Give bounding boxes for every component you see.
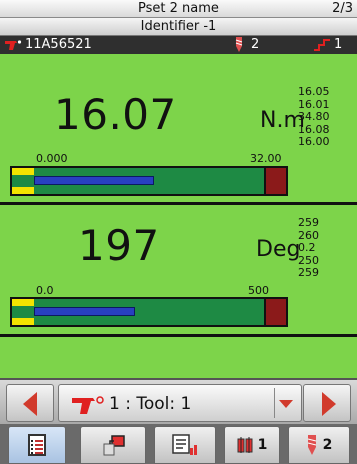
title-bar: Pset 2 name 2/3 [0, 0, 357, 18]
bits-icon [307, 435, 316, 455]
tool-select[interactable]: 1 : Tool: 1 [58, 384, 302, 422]
torque-scale-min: 0.000 [36, 152, 68, 165]
status-bar: 11A56521 2 1 [0, 36, 357, 54]
angle-bar-fill [34, 307, 135, 316]
torque-stat: 16.05 [298, 85, 330, 98]
bit-icon [235, 37, 243, 52]
angle-stats: 259 260 0.2 250 259 [298, 216, 319, 280]
angle-stat: 259 [298, 266, 319, 279]
identifier-bar: Identifier -1 [0, 18, 357, 36]
angle-low-limit [12, 299, 34, 325]
torque-panel: 16.07 N.m 16.05 16.01 34.80 16.08 16.00 … [0, 54, 357, 202]
tab-report[interactable] [154, 426, 216, 464]
torque-stat: 16.00 [298, 135, 330, 148]
angle-stat: 259 [298, 216, 319, 229]
step-icon [314, 38, 330, 51]
pset-name: Pset 2 name [138, 1, 219, 16]
tool-icon [5, 39, 22, 50]
angle-high-limit [264, 299, 286, 325]
arrow-left-icon [23, 392, 37, 416]
page-indicator: 2/3 [332, 1, 353, 16]
torque-high-limit [264, 168, 286, 194]
tab-batch[interactable]: 1 [224, 426, 280, 464]
bottom-tabs: 1 2 [0, 424, 357, 464]
tab-bits[interactable]: 2 [288, 426, 350, 464]
angle-scale-max: 500 [248, 284, 269, 297]
dropdown-icon[interactable] [279, 400, 293, 408]
step-status: 1 [314, 37, 342, 52]
torque-bar [10, 166, 288, 196]
tool-status: 11A56521 [4, 37, 92, 52]
previous-tool-button[interactable] [6, 384, 54, 422]
tool-icon [72, 396, 104, 414]
torque-scale-max: 32.00 [250, 152, 282, 165]
torque-stats: 16.05 16.01 34.80 16.08 16.00 [298, 85, 330, 149]
batch-count: 1 [257, 437, 268, 453]
torque-value: 16.07 [54, 90, 177, 139]
tool-serial: 11A56521 [25, 37, 92, 52]
batch-icon [237, 437, 253, 453]
torque-bar-fill [34, 176, 154, 185]
tool-pset-icon [103, 435, 125, 456]
bit-status: 2 [234, 37, 259, 52]
angle-scale-min: 0.0 [36, 284, 54, 297]
tab-tool-pset[interactable] [80, 426, 146, 464]
bits-count: 2 [322, 437, 333, 453]
tool-select-label: 1 : Tool: 1 [109, 394, 192, 414]
angle-value: 197 [78, 221, 160, 270]
report-icon [172, 434, 197, 455]
results-icon [28, 434, 46, 456]
angle-bar [10, 297, 288, 327]
tool-nav: 1 : Tool: 1 [0, 378, 357, 424]
empty-panel [0, 334, 357, 378]
tab-results[interactable] [8, 426, 66, 464]
angle-unit: Deg [256, 237, 301, 262]
torque-stat: 34.80 [298, 110, 330, 123]
angle-stat: 0.2 [298, 241, 316, 254]
arrow-right-icon [322, 392, 336, 416]
next-tool-button[interactable] [303, 384, 351, 422]
step-count: 1 [334, 37, 343, 52]
bit-count: 2 [251, 37, 260, 52]
angle-panel: 197 Deg 259 260 0.2 250 259 0.0 500 [0, 202, 357, 334]
torque-low-limit [12, 168, 34, 194]
